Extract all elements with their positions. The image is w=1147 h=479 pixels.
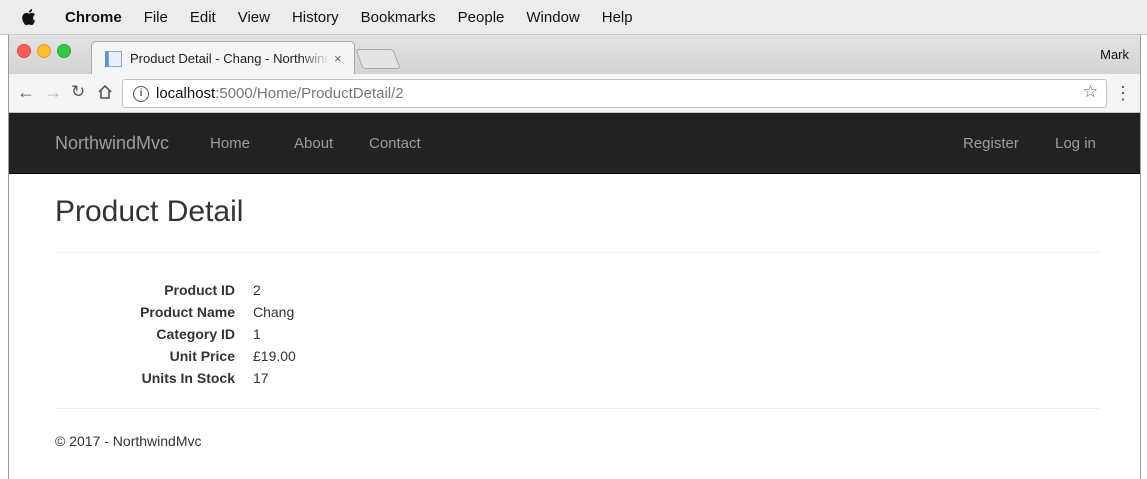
address-bar[interactable]: i localhost :5000/Home/ProductDetail/2 ☆ xyxy=(122,79,1107,108)
apple-logo-icon[interactable] xyxy=(21,8,37,26)
menu-bookmarks[interactable]: Bookmarks xyxy=(361,9,436,26)
site-navbar: NorthwindMvc Home About Contact Register… xyxy=(9,113,1140,174)
forward-arrow-icon[interactable]: → xyxy=(44,80,62,104)
menu-edit[interactable]: Edit xyxy=(190,9,216,26)
back-arrow-icon[interactable]: ← xyxy=(17,80,35,104)
detail-label: Product Name xyxy=(140,304,235,320)
url-host: localhost xyxy=(156,85,216,102)
menu-view[interactable]: View xyxy=(238,9,270,26)
navbar-brand[interactable]: NorthwindMvc xyxy=(55,133,169,154)
tab-title: Product Detail - Chang - Northwind xyxy=(130,51,330,66)
page-title: Product Detail xyxy=(55,195,244,228)
nav-link-register[interactable]: Register xyxy=(963,135,1019,152)
detail-row-product-id: Product ID 2 xyxy=(55,279,296,301)
url-path: :5000/Home/ProductDetail/2 xyxy=(215,85,404,102)
nav-link-home[interactable]: Home xyxy=(210,135,250,152)
menu-app-chrome[interactable]: Chrome xyxy=(65,9,122,26)
detail-row-units-in-stock: Units In Stock 17 xyxy=(55,367,296,389)
detail-value: Chang xyxy=(253,304,295,320)
info-icon[interactable]: i xyxy=(133,85,149,102)
detail-value: 17 xyxy=(253,370,269,386)
browser-toolbar: ← → ↻ i localhost :5000/Home/ProductDeta… xyxy=(9,74,1140,113)
product-details-list: Product ID 2 Product Name Chang Category… xyxy=(55,279,296,389)
detail-row-unit-price: Unit Price £19.00 xyxy=(55,345,296,367)
new-tab-button[interactable] xyxy=(355,49,401,69)
nav-link-contact[interactable]: Contact xyxy=(369,135,421,152)
close-window-button[interactable] xyxy=(17,44,31,58)
detail-label: Unit Price xyxy=(169,348,235,364)
detail-label: Product ID xyxy=(164,282,235,298)
menu-history[interactable]: History xyxy=(292,9,339,26)
nav-link-about[interactable]: About xyxy=(294,135,333,152)
divider xyxy=(55,252,1099,253)
menu-people[interactable]: People xyxy=(458,9,505,26)
star-icon[interactable]: ☆ xyxy=(1083,82,1098,102)
detail-value: £19.00 xyxy=(253,348,296,364)
maximize-window-button[interactable] xyxy=(57,44,71,58)
detail-row-product-name: Product Name Chang xyxy=(55,301,296,323)
menu-dots-icon[interactable]: ⋮ xyxy=(1114,81,1132,105)
menu-help[interactable]: Help xyxy=(602,9,633,26)
minimize-window-button[interactable] xyxy=(37,44,51,58)
tab-strip: Product Detail - Chang - Northwind × Mar… xyxy=(9,35,1140,75)
tab-close-icon[interactable]: × xyxy=(334,51,342,66)
home-icon[interactable] xyxy=(97,80,113,104)
divider xyxy=(55,408,1099,409)
detail-value: 1 xyxy=(253,326,261,342)
macos-menu-bar: Chrome File Edit View History Bookmarks … xyxy=(0,0,1147,35)
detail-label: Units In Stock xyxy=(141,370,235,386)
profile-button[interactable]: Mark xyxy=(1100,47,1129,62)
menu-window[interactable]: Window xyxy=(526,9,579,26)
tab-product-detail[interactable]: Product Detail - Chang - Northwind × xyxy=(91,41,355,75)
nav-link-login[interactable]: Log in xyxy=(1055,135,1096,152)
reload-icon[interactable]: ↻ xyxy=(71,80,85,104)
detail-row-category-id: Category ID 1 xyxy=(55,323,296,345)
page-footer: © 2017 - NorthwindMvc xyxy=(55,433,202,449)
browser-window: Product Detail - Chang - Northwind × Mar… xyxy=(8,35,1141,479)
detail-value: 2 xyxy=(253,282,261,298)
page-favicon-icon xyxy=(105,50,122,67)
menu-file[interactable]: File xyxy=(144,9,168,26)
detail-label: Category ID xyxy=(156,326,235,342)
